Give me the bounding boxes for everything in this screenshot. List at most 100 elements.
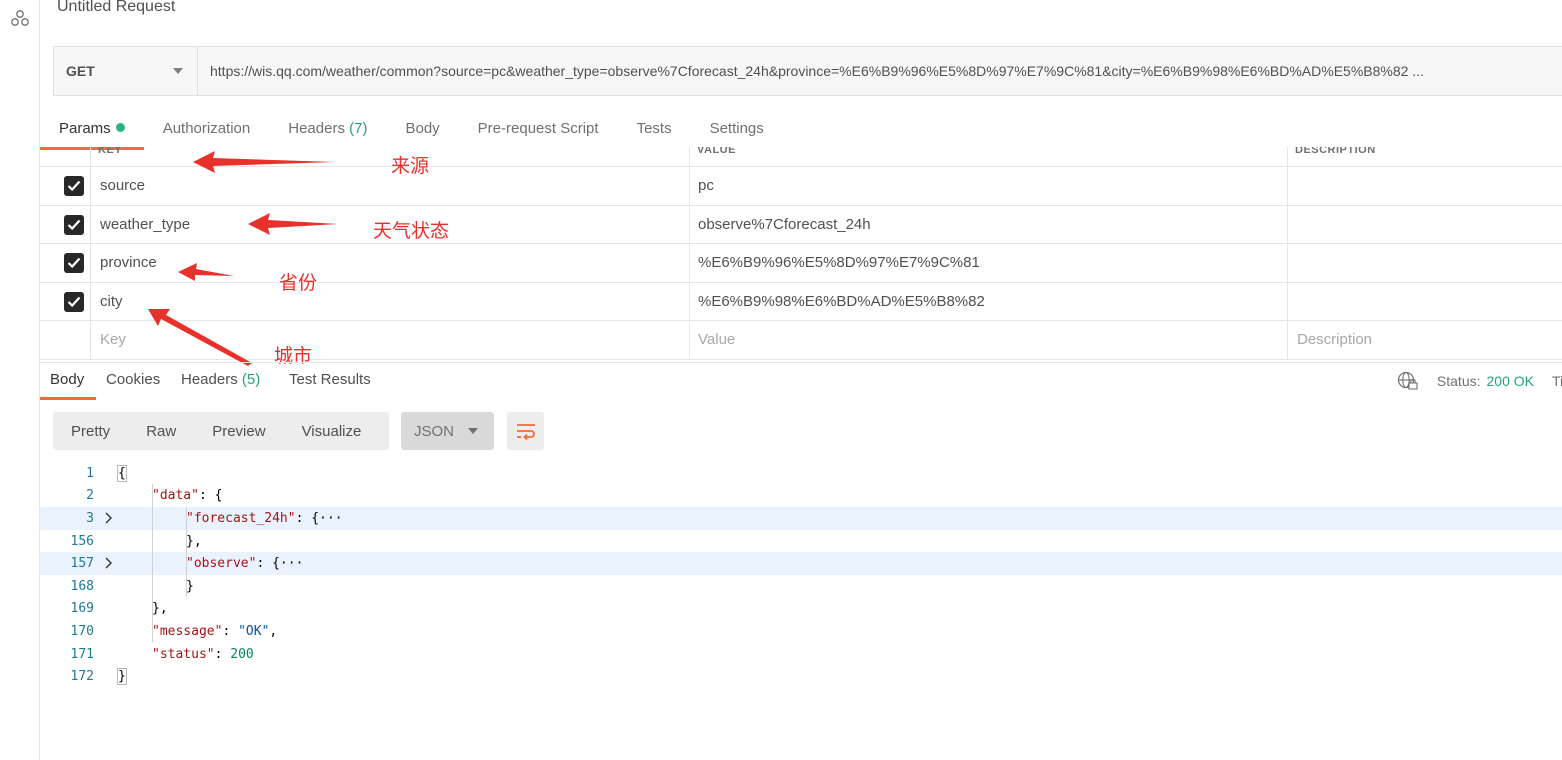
tab-params[interactable]: Params <box>40 112 144 150</box>
view-raw[interactable]: Raw <box>128 423 194 440</box>
view-mode-group: Pretty Raw Preview Visualize <box>53 412 389 450</box>
time-label-truncated: Ti <box>1552 373 1562 389</box>
code-text: } <box>186 578 194 594</box>
left-rail <box>0 0 40 760</box>
tab-label: Headers <box>181 371 238 388</box>
param-value[interactable]: %E6%B9%96%E5%8D%97%E7%9C%81 <box>698 244 980 282</box>
tab-body[interactable]: Body <box>386 112 458 150</box>
code-text: "forecast_24h": {··· <box>186 510 343 526</box>
indent-guide <box>152 484 153 642</box>
tab-tests[interactable]: Tests <box>618 112 691 150</box>
wrap-icon <box>516 424 535 441</box>
response-body-code[interactable]: 1 { 2 "data": { 3 "forecast_24h": {··· 1… <box>40 462 1562 688</box>
view-preview[interactable]: Preview <box>194 423 283 440</box>
code-text: }, <box>186 533 202 549</box>
new-key-input[interactable]: Key <box>100 321 126 359</box>
tab-response-headers[interactable]: Headers (5) <box>181 371 260 388</box>
response-status: Status: 200 OK Ti <box>1397 371 1562 391</box>
annotation-source: 来源 <box>391 155 430 177</box>
response-headers-count: (5) <box>241 371 261 388</box>
code-line: 168 } <box>40 575 1562 598</box>
tab-label: Pre-request Script <box>477 120 599 137</box>
wrap-lines-button[interactable] <box>507 412 544 450</box>
tab-label: Tests <box>636 120 672 137</box>
chevron-right-icon[interactable] <box>104 512 114 524</box>
tab-test-results[interactable]: Test Results <box>289 371 371 388</box>
param-value[interactable]: %E6%B9%98%E6%BD%AD%E5%B8%82 <box>698 283 985 321</box>
param-key[interactable]: city <box>100 283 123 321</box>
code-line: 169 }, <box>40 598 1562 621</box>
tab-label: Params <box>59 120 111 137</box>
active-tab-indicator <box>40 397 96 400</box>
line-number: 170 <box>70 623 94 639</box>
chevron-right-icon[interactable] <box>104 557 114 569</box>
param-key[interactable]: source <box>100 167 145 205</box>
code-line: 157 "observe": {··· <box>40 552 1562 575</box>
line-number: 157 <box>70 556 94 572</box>
param-row: province %E6%B9%96%E5%8D%97%E7%9C%81 <box>40 244 1562 283</box>
request-tabs: Params Authorization Headers (7) Body Pr… <box>40 112 783 150</box>
param-checkbox[interactable] <box>64 214 84 235</box>
tab-response-body[interactable]: Body <box>50 371 84 388</box>
code-text: "observe": {··· <box>186 556 304 572</box>
code-line: 156 }, <box>40 530 1562 553</box>
line-number: 2 <box>86 488 94 504</box>
line-number: 172 <box>70 669 94 685</box>
method-select[interactable]: GET <box>54 47 198 95</box>
format-label: JSON <box>414 422 455 440</box>
tab-label: Headers <box>288 120 345 137</box>
apis-icon[interactable] <box>10 8 30 28</box>
check-icon <box>67 219 81 230</box>
check-icon <box>67 257 81 269</box>
line-number: 169 <box>70 601 94 617</box>
new-value-input[interactable]: Value <box>698 321 735 359</box>
column-key: KEY <box>98 147 123 156</box>
globe-lock-icon[interactable] <box>1397 371 1419 391</box>
params-table: KEY VALUE DESCRIPTION source pc weather_… <box>40 147 1562 360</box>
code-line: 172 } <box>40 665 1562 688</box>
param-checkbox[interactable] <box>64 291 84 312</box>
status-value: 200 OK <box>1486 373 1534 389</box>
tab-label: Settings <box>709 120 764 137</box>
line-number: 3 <box>86 510 94 526</box>
tab-settings[interactable]: Settings <box>691 112 783 150</box>
tab-headers[interactable]: Headers (7) <box>269 112 386 150</box>
param-value[interactable]: pc <box>698 167 714 205</box>
column-divider <box>90 147 91 360</box>
code-line: 3 "forecast_24h": {··· <box>40 507 1562 530</box>
param-row: source pc <box>40 167 1562 206</box>
column-description: DESCRIPTION <box>1295 147 1376 156</box>
code-text: "status": 200 <box>152 646 254 662</box>
column-divider <box>1287 147 1288 360</box>
param-checkbox[interactable] <box>64 253 84 273</box>
format-select[interactable]: JSON <box>401 412 494 450</box>
column-divider <box>689 147 690 360</box>
line-number: 171 <box>70 646 94 662</box>
tab-label: Body <box>405 120 440 137</box>
param-key[interactable]: province <box>100 244 157 282</box>
new-description-input[interactable]: Description <box>1297 321 1372 359</box>
param-value[interactable]: observe%7Cforecast_24h <box>698 206 871 244</box>
tab-authorization[interactable]: Authorization <box>144 112 270 150</box>
param-row: weather_type observe%7Cforecast_24h <box>40 206 1562 244</box>
status-label: Status: <box>1436 373 1481 389</box>
line-number: 1 <box>86 465 94 481</box>
code-text: }, <box>152 601 168 617</box>
url-bar: GET https://wis.qq.com/weather/common?so… <box>53 46 1562 96</box>
line-number: 156 <box>70 533 94 549</box>
url-input[interactable]: https://wis.qq.com/weather/common?source… <box>198 47 1562 95</box>
tab-cookies[interactable]: Cookies <box>106 371 160 388</box>
param-checkbox[interactable] <box>64 176 84 196</box>
annotation-weather-type: 天气状态 <box>373 220 450 242</box>
params-table-header: KEY VALUE DESCRIPTION <box>40 147 1562 167</box>
request-title[interactable]: Untitled Request <box>57 0 175 16</box>
headers-count: (7) <box>349 120 368 137</box>
code-line: 2 "data": { <box>40 485 1562 508</box>
view-pretty[interactable]: Pretty <box>53 423 128 440</box>
annotation-province: 省份 <box>279 272 318 294</box>
code-line: 171 "status": 200 <box>40 643 1562 666</box>
param-key[interactable]: weather_type <box>100 206 190 244</box>
tab-pre-request-script[interactable]: Pre-request Script <box>459 112 618 150</box>
view-visualize[interactable]: Visualize <box>284 423 380 440</box>
code-text: "message": "OK", <box>152 623 278 639</box>
